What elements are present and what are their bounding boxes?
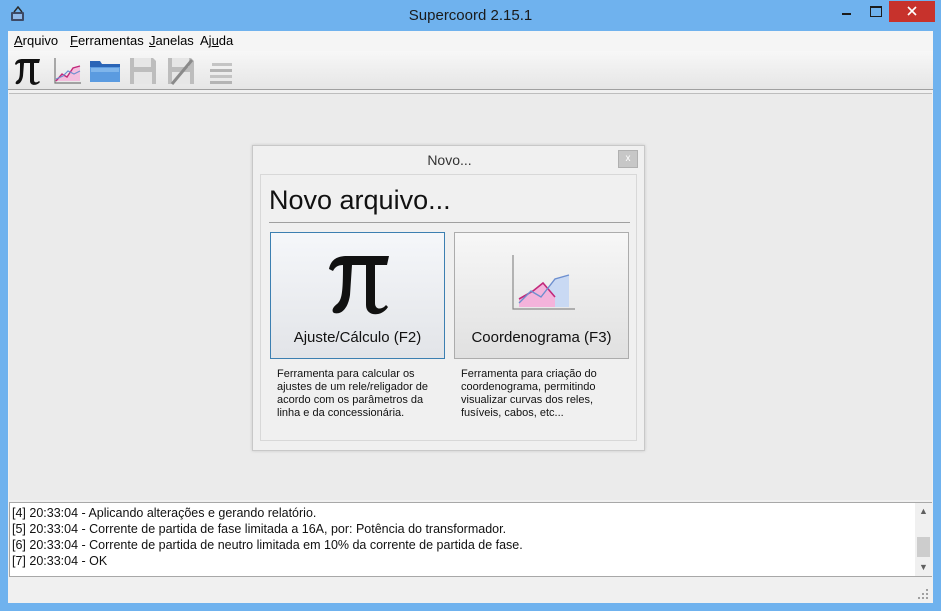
menu-bar: Arquivo Ferramentas Janelas Ajuda bbox=[8, 31, 933, 51]
dialog-close-button[interactable]: x bbox=[618, 150, 638, 168]
menu-ajuda[interactable]: Ajuda bbox=[200, 33, 233, 48]
close-button[interactable] bbox=[889, 1, 935, 22]
log-panel[interactable]: [4] 20:33:04 - Aplicando alterações e ge… bbox=[9, 502, 932, 577]
client-area: Arquivo Ferramentas Janelas Ajuda Novo..… bbox=[8, 31, 933, 603]
log-lines: [4] 20:33:04 - Aplicando alterações e ge… bbox=[12, 505, 912, 569]
save-as-button[interactable] bbox=[164, 54, 198, 88]
ajuste-calculo-description: Ferramenta para calcular os ajustes de u… bbox=[277, 368, 429, 419]
minimize-button[interactable] bbox=[831, 1, 861, 22]
save-as-icon bbox=[168, 58, 194, 85]
dialog-title: Novo... bbox=[427, 152, 472, 168]
maximize-button[interactable] bbox=[861, 1, 889, 22]
open-button[interactable] bbox=[88, 54, 122, 88]
new-chart-button[interactable] bbox=[50, 54, 84, 88]
toolbar bbox=[8, 51, 933, 90]
resize-grip-icon[interactable] bbox=[916, 587, 930, 601]
log-line: [7] 20:33:04 - OK bbox=[12, 554, 108, 568]
pi-icon bbox=[329, 256, 389, 315]
dialog-content: Novo arquivo... Ajuste/Cálculo (F2) Coor… bbox=[260, 174, 637, 441]
save-icon bbox=[130, 58, 156, 84]
heading-divider bbox=[269, 222, 630, 223]
save-button[interactable] bbox=[126, 54, 160, 88]
menu-janelas[interactable]: Janelas bbox=[149, 33, 194, 48]
log-line: [6] 20:33:04 - Corrente de partida de ne… bbox=[12, 538, 523, 552]
pi-icon bbox=[15, 59, 40, 85]
scroll-up-arrow-icon[interactable]: ▲ bbox=[915, 503, 932, 520]
new-file-dialog: Novo... x Novo arquivo... Ajuste/Cálculo… bbox=[252, 145, 645, 451]
workspace-area: Novo... x Novo arquivo... Ajuste/Cálculo… bbox=[9, 93, 932, 500]
coordenograma-button[interactable]: Coordenograma (F3) bbox=[454, 232, 629, 359]
new-calc-button[interactable] bbox=[10, 54, 44, 88]
dialog-heading: Novo arquivo... bbox=[269, 185, 451, 215]
close-icon bbox=[907, 6, 917, 16]
log-line: [4] 20:33:04 - Aplicando alterações e ge… bbox=[12, 506, 317, 520]
log-line: [5] 20:33:04 - Corrente de partida de fa… bbox=[12, 522, 507, 536]
list-icon bbox=[210, 63, 232, 84]
list-button[interactable] bbox=[204, 54, 238, 88]
app-window: Supercoord 2.15.1 Arquivo Ferramentas Ja… bbox=[0, 0, 941, 611]
title-bar[interactable]: Supercoord 2.15.1 bbox=[0, 0, 941, 31]
window-title: Supercoord 2.15.1 bbox=[408, 7, 533, 24]
scroll-thumb[interactable] bbox=[917, 537, 930, 557]
folder-open-icon bbox=[90, 61, 120, 82]
menu-arquivo[interactable]: Arquivo bbox=[14, 33, 58, 48]
coordenograma-label: Coordenograma (F3) bbox=[471, 329, 612, 346]
coordenograma-description: Ferramenta para criação do coordenograma… bbox=[461, 368, 597, 419]
ajuste-calculo-label: Ajuste/Cálculo (F2) bbox=[293, 329, 422, 346]
scroll-down-arrow-icon[interactable]: ▼ bbox=[915, 559, 932, 576]
log-scrollbar[interactable]: ▲ ▼ bbox=[915, 503, 932, 576]
chart-icon bbox=[512, 255, 575, 310]
chart-icon bbox=[54, 58, 81, 84]
ajuste-calculo-button[interactable]: Ajuste/Cálculo (F2) bbox=[270, 232, 445, 359]
status-bar bbox=[8, 578, 933, 603]
menu-ferramentas[interactable]: Ferramentas bbox=[70, 33, 144, 48]
